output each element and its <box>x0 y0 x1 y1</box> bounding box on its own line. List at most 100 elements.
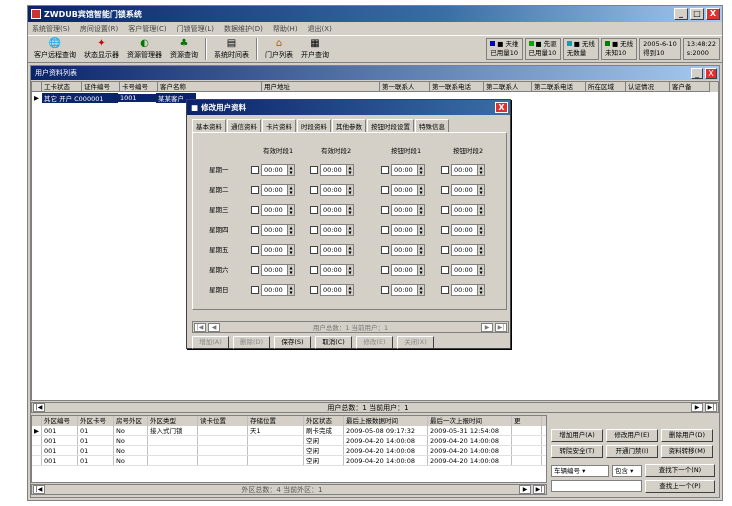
nav-prev-button[interactable]: ◀ <box>208 322 220 332</box>
add-button[interactable]: 增加(A) <box>192 336 229 349</box>
nav-first-button[interactable]: |◀ <box>194 322 206 332</box>
grid-cell[interactable]: 空闲 <box>304 436 344 445</box>
delete-user-button[interactable]: 删除用户(D) <box>661 429 713 442</box>
time-input[interactable]: 00:00 ▲ ▼ <box>261 264 295 276</box>
column-header[interactable]: 外区状态 <box>304 416 344 426</box>
grid-cell[interactable]: 1001 <box>118 93 156 102</box>
grid-cell[interactable] <box>148 436 198 445</box>
menu-exit[interactable]: 退出(X) <box>308 24 332 34</box>
spin-arrows-icon[interactable]: ▲ ▼ <box>346 285 353 295</box>
grid-cell[interactable]: No <box>114 436 148 445</box>
time-input[interactable]: 00:00 ▲ ▼ <box>320 284 354 296</box>
nav-first-button[interactable]: |◀ <box>33 403 45 412</box>
period-checkbox[interactable] <box>381 206 389 214</box>
period-checkbox[interactable] <box>441 186 449 194</box>
spin-arrows-icon[interactable]: ▲ ▼ <box>417 265 424 275</box>
tab-special[interactable]: 特殊信息 <box>415 119 449 132</box>
data-transfer-button[interactable]: 资料转移(M) <box>661 445 713 458</box>
spin-arrows-icon[interactable]: ▲ ▼ <box>346 245 353 255</box>
menu-customer[interactable]: 客户管理(C) <box>128 24 166 34</box>
grid-cell[interactable] <box>248 456 304 465</box>
period-checkbox[interactable] <box>310 286 318 294</box>
grid-cell[interactable] <box>148 456 198 465</box>
zone-grid[interactable]: 外区编号 外区卡号 房号外区 外区类型 读卡位置 存储位置 外区状态 最后上报数… <box>31 415 547 483</box>
period-checkbox[interactable] <box>251 226 259 234</box>
period-checkbox[interactable] <box>310 266 318 274</box>
toolbar-door-list-button[interactable]: ⌂ 门户列表 <box>261 37 297 62</box>
spin-arrows-icon[interactable]: ▲ ▼ <box>477 185 484 195</box>
toolbar-remote-query-button[interactable]: 🌐 客户远程查询 <box>30 37 80 62</box>
period-checkbox[interactable] <box>441 286 449 294</box>
column-header[interactable]: 最后上报数据时间 <box>344 416 428 426</box>
menu-lock[interactable]: 门锁管理(L) <box>177 24 214 34</box>
column-header[interactable]: 第一联系人 <box>380 82 430 92</box>
period-checkbox[interactable] <box>251 186 259 194</box>
child-close-button[interactable]: X <box>705 67 717 79</box>
tab-button-period[interactable]: 按钮时段设置 <box>367 119 414 132</box>
time-input[interactable]: 00:00 ▲ ▼ <box>391 204 425 216</box>
time-input[interactable]: 00:00 ▲ ▼ <box>261 164 295 176</box>
period-checkbox[interactable] <box>441 266 449 274</box>
spin-arrows-icon[interactable]: ▲ ▼ <box>287 225 294 235</box>
close-button[interactable]: X <box>706 8 720 20</box>
grid-cell[interactable] <box>198 436 248 445</box>
grid-cell[interactable]: No <box>114 456 148 465</box>
period-checkbox[interactable] <box>381 226 389 234</box>
modify-button[interactable]: 修改(E) <box>356 336 393 349</box>
grid-cell[interactable] <box>248 446 304 455</box>
time-input[interactable]: 00:00 ▲ ▼ <box>261 184 295 196</box>
grid-cell[interactable] <box>512 446 542 455</box>
period-checkbox[interactable] <box>251 206 259 214</box>
column-header[interactable]: 工卡状态 <box>42 82 82 92</box>
grid-cell[interactable]: No <box>114 426 148 435</box>
period-checkbox[interactable] <box>251 246 259 254</box>
nav-next-button[interactable]: ▶ <box>519 485 531 494</box>
column-header[interactable]: 读卡位置 <box>198 416 248 426</box>
child-minimize-button[interactable]: _ <box>691 67 703 79</box>
tab-card[interactable]: 卡片资料 <box>262 119 296 132</box>
grid-cell[interactable]: 2009-04-20 14:00:08 <box>428 456 512 465</box>
time-input[interactable]: 00:00 ▲ ▼ <box>261 224 295 236</box>
menu-system[interactable]: 系统管理(S) <box>32 24 70 34</box>
cancel-button[interactable]: 取消(C) <box>315 336 352 349</box>
spin-arrows-icon[interactable]: ▲ ▼ <box>287 265 294 275</box>
time-input[interactable]: 00:00 ▲ ▼ <box>451 224 485 236</box>
close-dialog-button[interactable]: 关闭(X) <box>397 336 434 349</box>
table-row[interactable]: 001 01 No 空闲 2009-04-20 14:00:08 2009-04-20 1… <box>32 436 546 446</box>
toolbar-status-button[interactable]: ✦ 状态显示器 <box>80 37 123 62</box>
time-input[interactable]: 00:00 ▲ ▼ <box>451 284 485 296</box>
nav-last-button[interactable]: ▶| <box>705 403 717 412</box>
time-input[interactable]: 00:00 ▲ ▼ <box>451 264 485 276</box>
grid-cell[interactable]: 01 <box>78 436 114 445</box>
period-checkbox[interactable] <box>310 186 318 194</box>
grid-cell[interactable]: No <box>114 446 148 455</box>
maximize-button[interactable]: □ <box>690 8 704 20</box>
spin-arrows-icon[interactable]: ▲ ▼ <box>346 225 353 235</box>
grid-cell[interactable]: 001 <box>42 426 78 435</box>
time-input[interactable]: 00:00 ▲ ▼ <box>261 204 295 216</box>
time-input[interactable]: 00:00 ▲ ▼ <box>320 164 354 176</box>
menu-room[interactable]: 房间设置(R) <box>80 24 118 34</box>
period-checkbox[interactable] <box>381 286 389 294</box>
grid-cell[interactable]: 01 <box>78 456 114 465</box>
grid-cell[interactable] <box>512 456 542 465</box>
grid-cell[interactable]: 001 <box>42 446 78 455</box>
toolbar-open-query-button[interactable]: ▦ 开户查询 <box>297 37 333 62</box>
time-input[interactable]: 00:00 ▲ ▼ <box>391 284 425 296</box>
match-select[interactable]: 包含 ▾ <box>612 464 642 477</box>
nav-next-button[interactable]: ▶ <box>691 403 703 412</box>
period-checkbox[interactable] <box>381 246 389 254</box>
column-header[interactable]: 客户名称 <box>158 82 262 92</box>
spin-arrows-icon[interactable]: ▲ ▼ <box>417 185 424 195</box>
time-input[interactable]: 00:00 ▲ ▼ <box>261 244 295 256</box>
period-checkbox[interactable] <box>251 286 259 294</box>
grid-cell[interactable] <box>512 436 542 445</box>
spin-arrows-icon[interactable]: ▲ ▼ <box>287 245 294 255</box>
grid-cell[interactable]: 2009-04-20 14:00:08 <box>344 446 428 455</box>
period-checkbox[interactable] <box>310 226 318 234</box>
time-input[interactable]: 00:00 ▲ ▼ <box>320 244 354 256</box>
save-button[interactable]: 保存(S) <box>274 336 311 349</box>
tab-comm[interactable]: 通信资料 <box>227 119 261 132</box>
time-input[interactable]: 00:00 ▲ ▼ <box>261 284 295 296</box>
table-row[interactable]: 001 01 No 空闲 2009-04-20 14:00:08 2009-04-20 1… <box>32 456 546 466</box>
